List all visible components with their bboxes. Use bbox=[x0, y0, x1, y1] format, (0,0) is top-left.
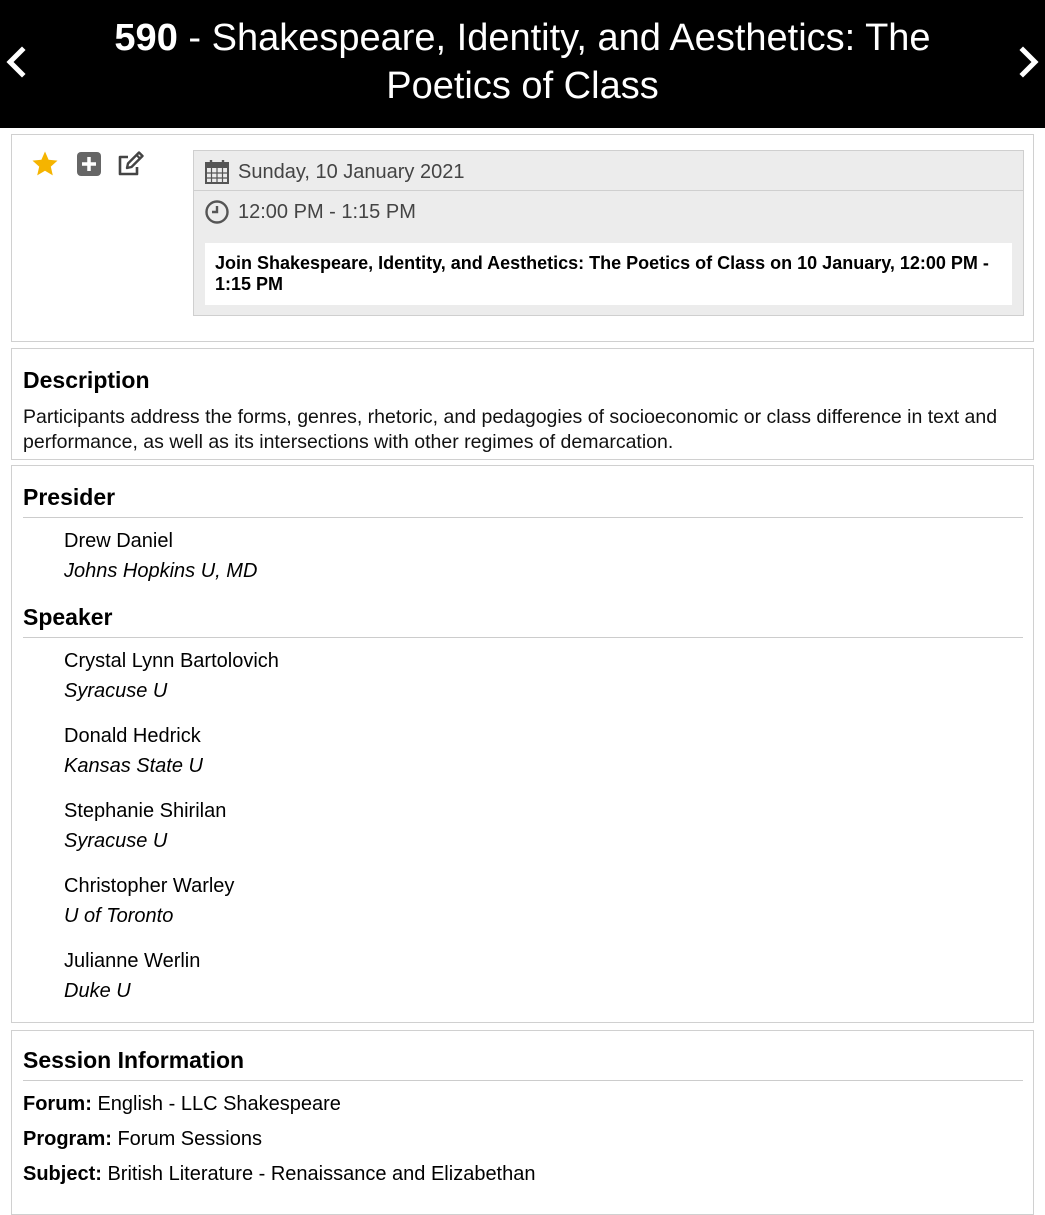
session-info-heading: Session Information bbox=[23, 1047, 1023, 1081]
session-time-row: 12:00 PM - 1:15 PM bbox=[194, 193, 1023, 231]
speaker-entry: Stephanie Shirilan Syracuse U bbox=[64, 796, 564, 856]
program-value: Forum Sessions bbox=[117, 1128, 262, 1150]
chevron-right-icon[interactable] bbox=[1015, 42, 1043, 82]
person-name: Drew Daniel bbox=[64, 530, 173, 552]
session-header: 590 - Shakespeare, Identity, and Aesthet… bbox=[0, 0, 1045, 128]
participants-panel: Presider Drew Daniel Johns Hopkins U, MD… bbox=[11, 465, 1034, 1023]
description-text: Participants address the forms, genres, … bbox=[23, 406, 998, 453]
presider-entry: Drew Daniel Johns Hopkins U, MD bbox=[64, 526, 564, 586]
person-name: Stephanie Shirilan bbox=[64, 800, 227, 822]
calendar-icon bbox=[204, 159, 230, 185]
person-affiliation: U of Toronto bbox=[64, 905, 174, 927]
chevron-left-icon[interactable] bbox=[2, 42, 30, 82]
speaker-entry: Julianne Werlin Duke U bbox=[64, 946, 564, 1006]
person-affiliation: Syracuse U bbox=[64, 680, 168, 702]
subject-label: Subject: bbox=[23, 1163, 102, 1185]
edit-icon[interactable] bbox=[116, 149, 146, 179]
clock-icon bbox=[204, 199, 230, 225]
person-affiliation: Kansas State U bbox=[64, 755, 203, 777]
presider-heading: Presider bbox=[23, 484, 1023, 518]
forum-line: Forum: English - LLC Shakespeare bbox=[23, 1091, 341, 1117]
session-number: 590 bbox=[114, 17, 178, 59]
star-icon[interactable] bbox=[30, 149, 60, 179]
person-name: Christopher Warley bbox=[64, 875, 235, 897]
speaker-entry: Donald Hedrick Kansas State U bbox=[64, 721, 564, 781]
title-separator: - bbox=[177, 17, 212, 59]
subject-line: Subject: British Literature - Renaissanc… bbox=[23, 1161, 536, 1187]
speaker-heading: Speaker bbox=[23, 604, 1023, 638]
description-heading: Description bbox=[23, 367, 150, 393]
session-date-row: Sunday, 10 January 2021 bbox=[194, 153, 1023, 191]
person-affiliation: Duke U bbox=[64, 980, 131, 1002]
plus-square-icon[interactable] bbox=[74, 149, 104, 179]
person-affiliation: Syracuse U bbox=[64, 830, 168, 852]
session-info-panel: Session Information Forum: English - LLC… bbox=[11, 1030, 1034, 1215]
action-icons bbox=[30, 149, 160, 183]
speaker-entry: Crystal Lynn Bartolovich Syracuse U bbox=[64, 646, 564, 706]
session-time: 12:00 PM - 1:15 PM bbox=[238, 201, 416, 223]
session-overview-panel: Sunday, 10 January 2021 12:00 PM - 1:15 … bbox=[11, 134, 1034, 342]
speaker-entry: Christopher Warley U of Toronto bbox=[64, 871, 564, 931]
forum-label: Forum: bbox=[23, 1093, 92, 1115]
forum-value: English - LLC Shakespeare bbox=[97, 1093, 341, 1115]
session-date: Sunday, 10 January 2021 bbox=[238, 161, 465, 183]
subject-value: British Literature - Renaissance and Eli… bbox=[107, 1163, 536, 1185]
person-affiliation: Johns Hopkins U, MD bbox=[64, 560, 258, 582]
schedule-box: Sunday, 10 January 2021 12:00 PM - 1:15 … bbox=[193, 150, 1024, 316]
program-line: Program: Forum Sessions bbox=[23, 1126, 262, 1152]
person-name: Donald Hedrick bbox=[64, 725, 201, 747]
description-panel: Description Participants address the for… bbox=[11, 348, 1034, 460]
join-session-link[interactable]: Join Shakespeare, Identity, and Aestheti… bbox=[205, 243, 1012, 305]
program-label: Program: bbox=[23, 1128, 112, 1150]
page-title: 590 - Shakespeare, Identity, and Aesthet… bbox=[60, 14, 985, 110]
session-title: Shakespeare, Identity, and Aesthetics: T… bbox=[211, 17, 931, 107]
person-name: Crystal Lynn Bartolovich bbox=[64, 650, 279, 672]
person-name: Julianne Werlin bbox=[64, 950, 201, 972]
